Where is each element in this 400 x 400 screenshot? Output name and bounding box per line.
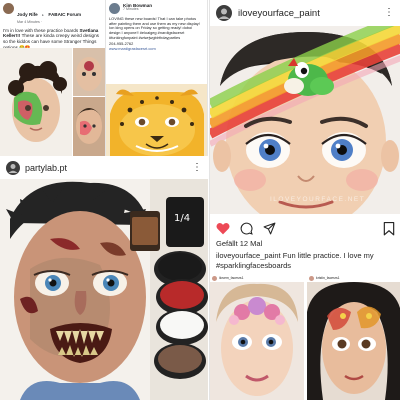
- watermark: ILOVEYOURFACE.NET: [270, 196, 366, 203]
- mini-header: ilovem_facesrs1: [210, 274, 304, 282]
- instagram-post-iloveyourface: iloveyourface_paint ⋮ ILOVEYOURFACE.NET …: [209, 0, 400, 400]
- bookmark-icon[interactable]: [383, 221, 395, 236]
- mini-header: kristin_facesrs1: [307, 274, 400, 282]
- facebook-post-jody: Jody Rife ▸ FABAIC Forum Mar 4 Minutes ·…: [0, 0, 106, 156]
- text-before: I'm in love with these practice boards: [3, 27, 79, 33]
- arrow-icon: ▸: [42, 13, 44, 17]
- comment-icon[interactable]: [240, 222, 253, 235]
- like-count[interactable]: Gefällt 12 Mal: [210, 238, 268, 249]
- action-bar: [210, 218, 400, 236]
- caption-text: Fun little practice. I love my: [282, 251, 374, 260]
- mini-username: ilovem_facesrs1: [219, 276, 244, 280]
- avatar[interactable]: [216, 5, 232, 21]
- website-link[interactable]: www.mardigrasfacesrt.com: [106, 46, 207, 54]
- post-meta: Mar 4 Minutes ·: [17, 19, 42, 24]
- share-icon[interactable]: [263, 222, 276, 235]
- avatar: [309, 275, 314, 281]
- post-meta: 7 Minutes ·: [123, 7, 141, 12]
- post-header: iloveyourface_paint ⋮: [210, 0, 400, 26]
- related-post-left[interactable]: ilovem_facesrs1: [210, 274, 304, 400]
- related-image-flower-face: [210, 282, 304, 400]
- post-image-collage[interactable]: [0, 48, 106, 156]
- avatar[interactable]: [6, 161, 20, 175]
- post-image-rainbow-yoshi[interactable]: [210, 26, 400, 214]
- caption-username[interactable]: iloveyourface_paint: [216, 251, 281, 260]
- heart-icon[interactable]: [216, 222, 230, 235]
- mini-username: kristin_facesrs1: [316, 276, 340, 280]
- more-options-icon[interactable]: ⋮: [192, 163, 202, 173]
- related-post-right[interactable]: kristin_facesrs1: [307, 274, 400, 400]
- related-image-butterfly-face: [307, 282, 400, 400]
- avatar[interactable]: [3, 3, 14, 14]
- caption: iloveyourface_paint Fun little practice.…: [210, 250, 400, 272]
- post-image-leopard[interactable]: [106, 84, 208, 156]
- facebook-post-kim: Kim Bowman 7 Minutes · LOVING these new …: [106, 0, 208, 156]
- avatar: [212, 275, 217, 281]
- post-header: partylab.pt ⋮: [0, 157, 208, 179]
- post-text: LOVING these new boards! That I can take…: [109, 16, 200, 40]
- caption-hashtag[interactable]: #sparklingfacesboards: [216, 261, 291, 270]
- post-header: Kim Bowman 7 Minutes ·: [106, 0, 207, 15]
- label-quarter: 1/4: [174, 213, 190, 224]
- group-name[interactable]: FABAIC Forum: [48, 12, 81, 17]
- author-name[interactable]: Jody Rife: [17, 12, 38, 17]
- avatar[interactable]: [109, 3, 120, 14]
- instagram-post-partylab: partylab.pt ⋮ 1/4: [0, 157, 208, 400]
- post-header: Jody Rife ▸ FABAIC Forum Mar 4 Minutes ·: [0, 0, 105, 26]
- username[interactable]: iloveyourface_paint: [238, 8, 320, 19]
- post-image-zombie-face[interactable]: 1/4: [0, 179, 208, 400]
- more-options-icon[interactable]: ⋮: [384, 8, 394, 18]
- username[interactable]: partylab.pt: [25, 163, 67, 173]
